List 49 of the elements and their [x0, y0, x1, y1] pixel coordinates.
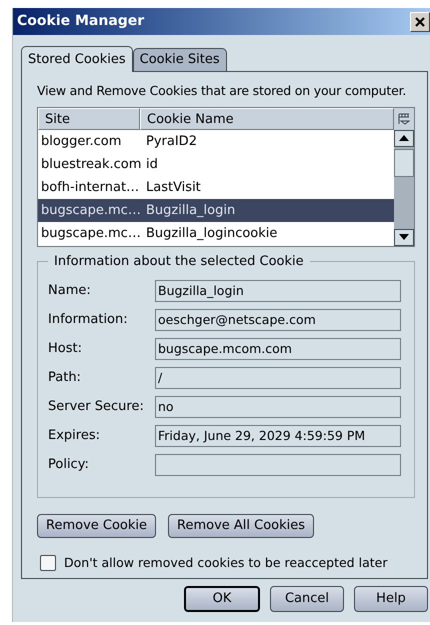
site-cell-text: bugscape.mc… — [40, 202, 140, 220]
column-header[interactable]: Cookie Name — [140, 108, 394, 130]
cookie-name-cell-text: LastVisit — [145, 178, 202, 196]
remove-button[interactable]: Remove All Cookies — [168, 514, 314, 538]
scrollbar-thumb[interactable] — [394, 148, 414, 177]
cookie-name-cell-text: id — [145, 156, 159, 174]
column-header[interactable]: Site — [38, 108, 140, 130]
field-label: Server Secure: — [48, 398, 145, 416]
field-label: Path: — [48, 369, 82, 387]
scroll-down-icon — [399, 234, 409, 240]
tab[interactable]: Stored Cookies — [21, 46, 133, 72]
close-button[interactable] — [410, 12, 430, 32]
field-label: Name: — [48, 282, 92, 300]
scrollbar[interactable] — [394, 130, 414, 246]
dialog-button[interactable]: Help — [354, 586, 428, 612]
site-cell-text: bofh-internat… — [40, 178, 140, 196]
field-value[interactable]: / — [155, 366, 401, 389]
dialog-button[interactable]: Cancel — [270, 586, 344, 612]
site-cell-text: bugscape.mc… — [40, 224, 140, 242]
field-value[interactable]: bugscape.mcom.com — [155, 338, 401, 360]
remove-button[interactable]: Remove Cookie — [37, 514, 156, 538]
field-label: Policy: — [48, 456, 90, 474]
cookie-name-cell-text: Bugzilla_login — [145, 202, 236, 220]
cookie-name-cell-text: Bugzilla_logincookie — [145, 224, 278, 242]
field-value[interactable]: Friday, June 29, 2029 4:59:59 PM — [155, 424, 401, 447]
site-cell-text: bluestreak.com — [40, 156, 140, 174]
column-picker-icon — [398, 112, 410, 125]
scroll-up-icon — [399, 135, 409, 142]
table-row[interactable]: bofh-internat… LastVisit — [38, 176, 394, 199]
field-value[interactable]: no — [155, 396, 401, 418]
field-value[interactable]: Bugzilla_login — [155, 280, 401, 302]
field-label: Host: — [48, 340, 83, 358]
checkbox[interactable] — [40, 555, 56, 572]
table-row[interactable]: bugscape.mc… Bugzilla_login — [38, 198, 394, 222]
field-label: Information: — [48, 311, 129, 329]
table-row[interactable]: blogger.com PyraID2 — [38, 130, 394, 153]
description-text: View and Remove Cookies that are stored on your computer. — [37, 82, 408, 100]
cookie-name-cell-text: PyraID2 — [145, 132, 198, 150]
dialog-button[interactable]: OK — [184, 586, 260, 612]
site-cell-text: blogger.com — [40, 132, 122, 150]
table-row[interactable]: bugscape.mc… Bugzilla_logincookie — [38, 222, 394, 245]
field-label: Expires: — [48, 427, 101, 445]
checkbox-label: Don't allow removed cookies to be reaccepted later — [64, 554, 388, 572]
window-title: Cookie Manager — [17, 12, 144, 31]
field-value[interactable]: oeschger@netscape.com — [155, 308, 401, 331]
close-icon — [415, 16, 425, 26]
field-value[interactable] — [155, 454, 401, 476]
table-row[interactable]: bluestreak.com id — [38, 152, 394, 176]
tab[interactable]: Cookie Sites — [132, 48, 227, 71]
